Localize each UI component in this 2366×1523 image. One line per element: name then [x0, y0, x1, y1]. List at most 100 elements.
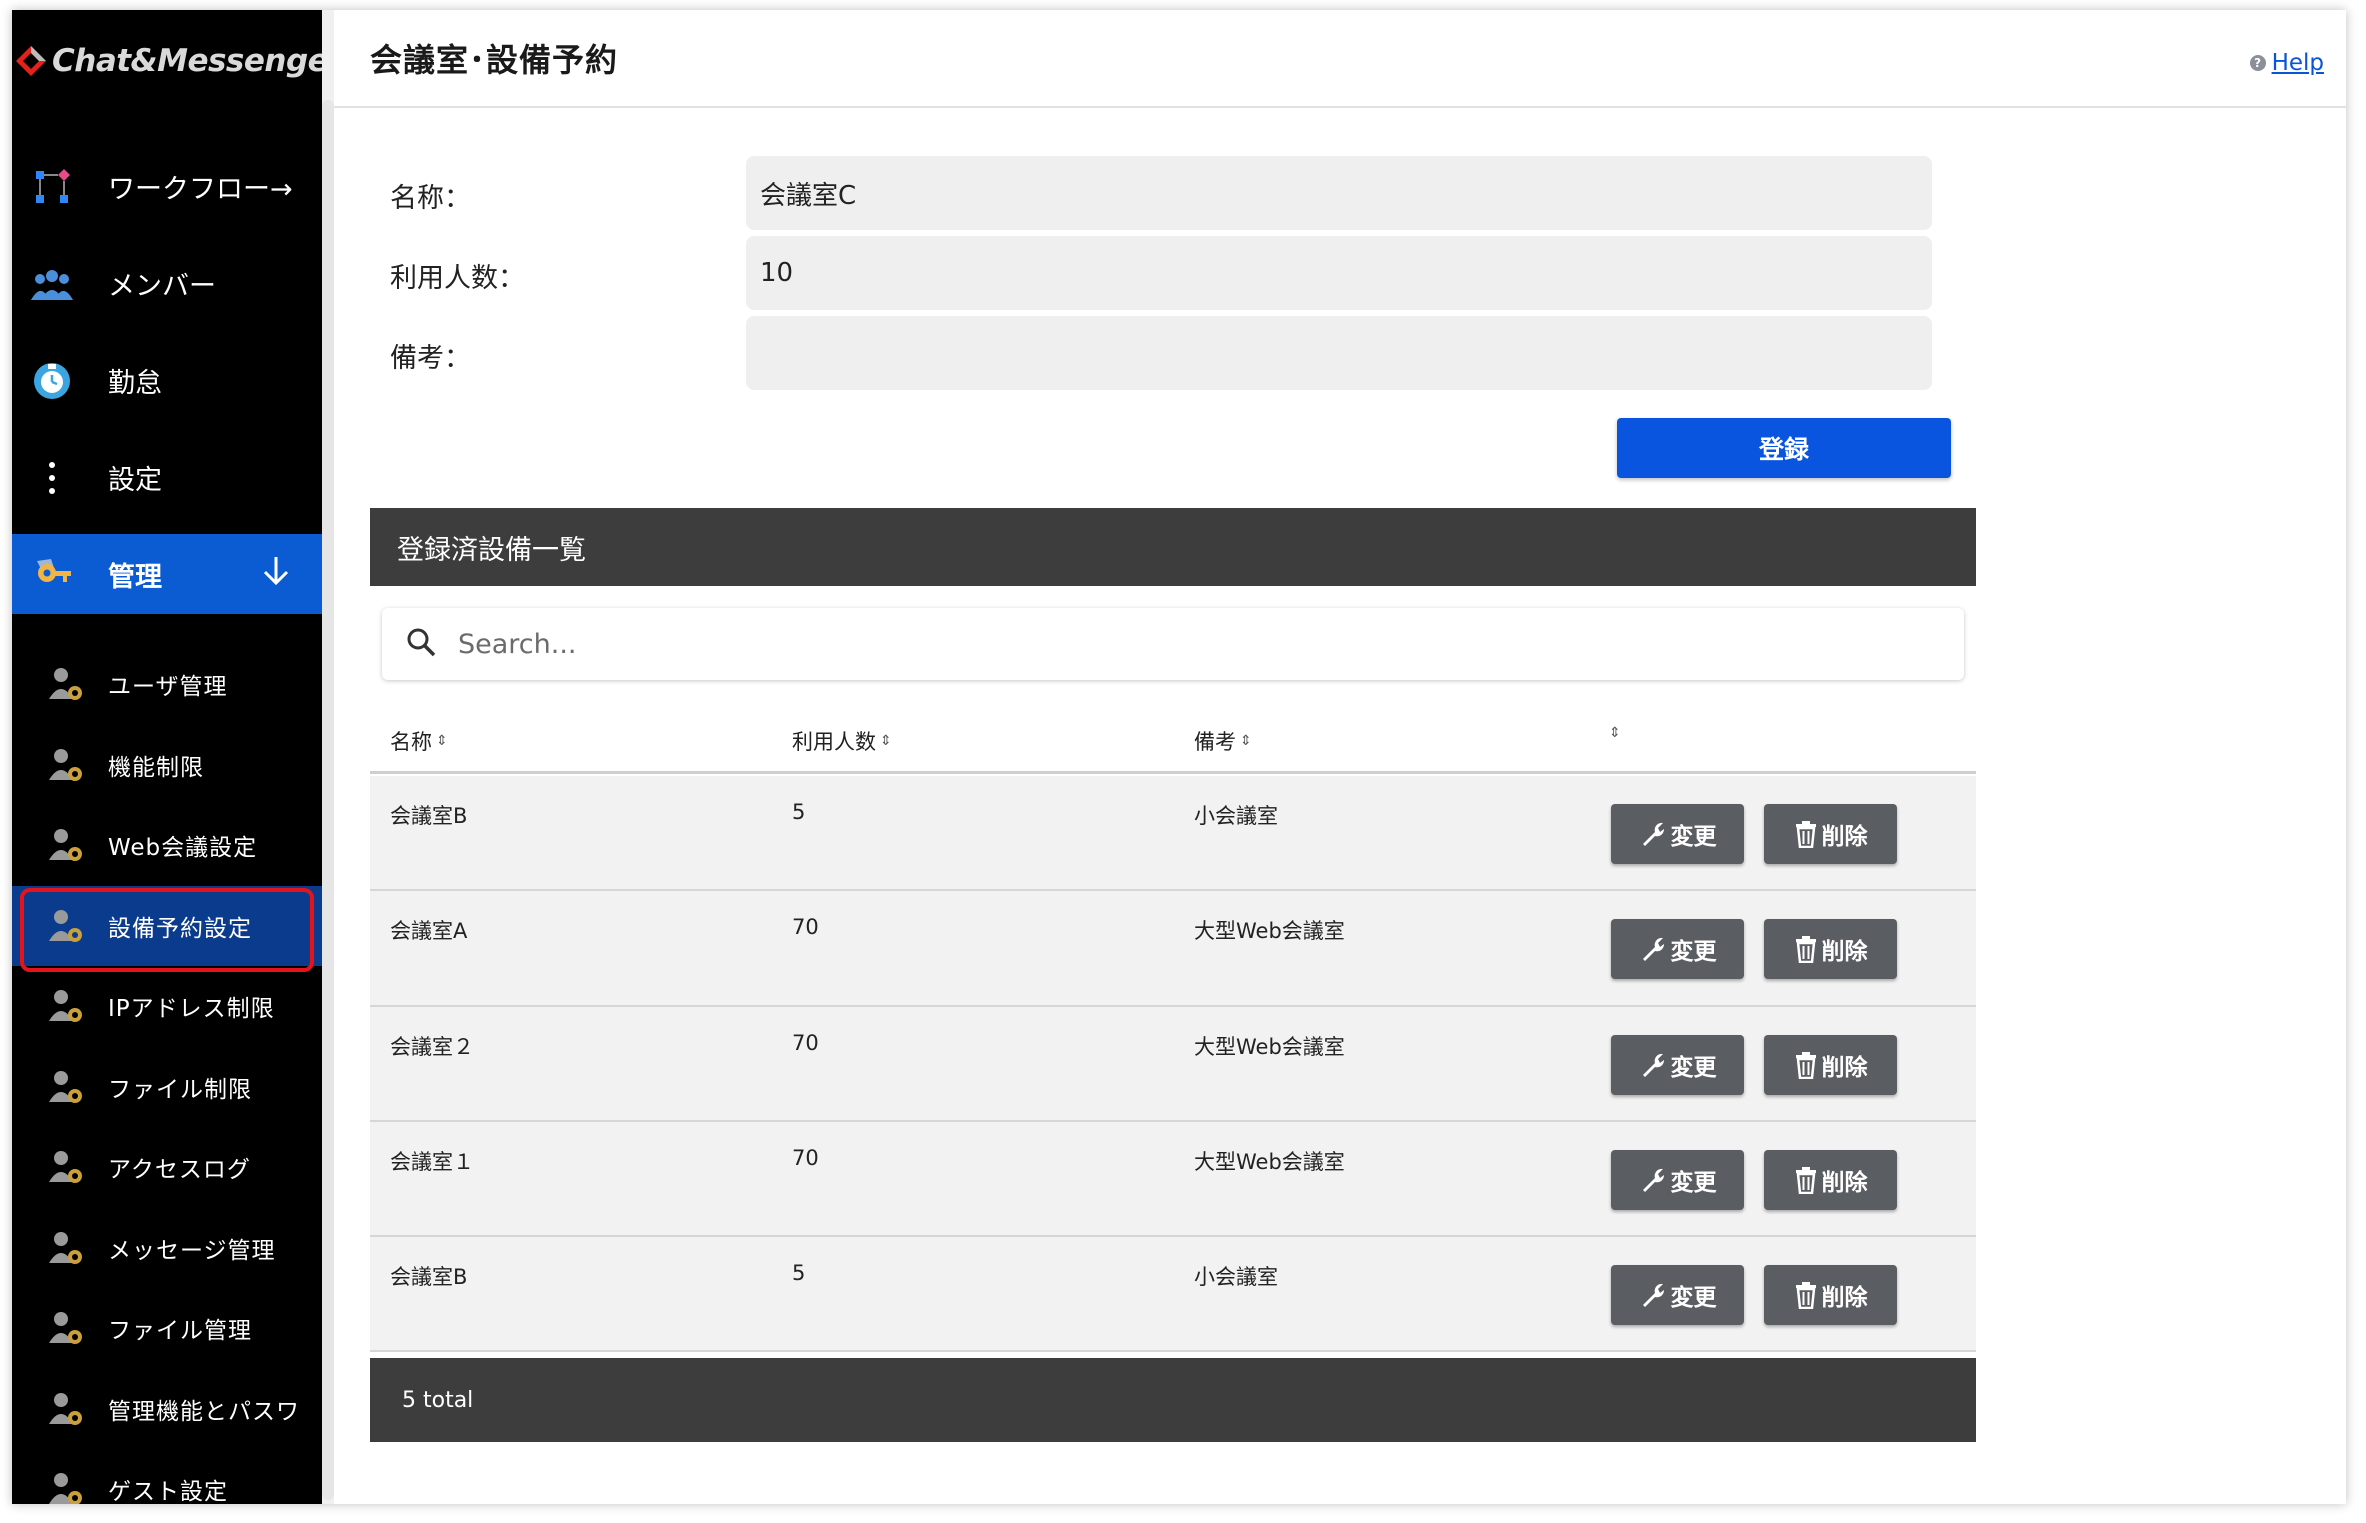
delete-button[interactable]: 削除 [1764, 804, 1897, 864]
brand-logo[interactable]: Chat&Messenger [12, 36, 322, 86]
nav-label: 管理 [108, 561, 162, 593]
cell-capacity: 5 [792, 800, 806, 824]
search-input[interactable] [458, 628, 1858, 660]
nav-item-settings[interactable]: 設定 [12, 429, 322, 526]
nav-label: 勤怠 [108, 368, 162, 399]
list-title: 登録済設備一覧 [370, 508, 1976, 586]
search-icon [406, 627, 436, 661]
sub-item-label: アクセスログ [108, 1157, 251, 1184]
user-gear-icon [46, 1389, 86, 1429]
nav-label: メンバー [108, 271, 216, 302]
sub-item-access-log[interactable]: アクセスログ [12, 1127, 322, 1208]
column-label: 備考 [1194, 730, 1236, 754]
sub-item-label: メッセージ管理 [108, 1237, 276, 1264]
edit-button[interactable]: 変更 [1611, 1034, 1744, 1095]
delete-button[interactable]: 削除 [1764, 919, 1897, 980]
wrench-icon [1639, 1051, 1667, 1079]
column-header-actions[interactable]: ⇕ [1605, 726, 1621, 740]
main-nav: ワークフロー→ メンバー 勤怠 設定 管理 [12, 138, 322, 614]
capacity-input[interactable] [746, 236, 1932, 310]
name-input[interactable] [746, 156, 1932, 230]
nav-item-attendance[interactable]: 勤怠 [12, 332, 322, 429]
sort-icon: ⇕ [1240, 733, 1252, 749]
delete-button[interactable]: 削除 [1764, 1265, 1897, 1326]
table-row: 会議室A 70 大型Web会議室 変更 削除 [370, 891, 1976, 1007]
cell-capacity: 70 [792, 1145, 819, 1170]
trash-icon [1794, 1166, 1818, 1194]
nav-item-admin[interactable]: 管理 [12, 534, 322, 614]
facility-list: 登録済設備一覧 名称⇕ 利用人数⇕ 備考⇕ [370, 508, 1976, 1442]
cell-name: 会議室１ [390, 1149, 474, 1174]
topbar: 会議室･設備予約 ? Help [334, 10, 2346, 108]
main-content: 会議室･設備予約 ? Help 名称： 利用人数： 備考： 登録 登録済設備一覧 [334, 10, 2346, 1504]
edit-button[interactable]: 変更 [1611, 804, 1744, 864]
nav-item-workflow[interactable]: ワークフロー→ [12, 138, 322, 235]
sub-item-label: ファイル管理 [108, 1318, 252, 1345]
user-gear-icon [46, 745, 86, 785]
sub-item-facility-reservation-settings[interactable]: 設備予約設定 [12, 885, 322, 971]
sub-item-label: 管理機能とパスワ [108, 1398, 300, 1425]
form-row-note: 備考： [334, 316, 2034, 390]
column-header-capacity[interactable]: 利用人数 ⇕ [792, 726, 892, 756]
search-box[interactable] [382, 608, 1964, 680]
table-row: 会議室２ 70 大型Web会議室 変更 削除 [370, 1006, 1976, 1122]
sub-item-user-management[interactable]: ユーザ管理 [12, 644, 322, 725]
sub-item-file-restriction[interactable]: ファイル制限 [12, 1047, 322, 1128]
table-body: 会議室B 5 小会議室 変更 削除 会議室A 70 大型Web会議室 変更 削除… [370, 776, 1976, 1353]
wrench-icon [1639, 935, 1667, 963]
note-input[interactable] [746, 316, 1932, 390]
trash-icon [1794, 820, 1818, 848]
edit-button[interactable]: 変更 [1611, 1149, 1744, 1210]
sub-item-ip-restriction[interactable]: IPアドレス制限 [12, 966, 322, 1047]
sub-item-label: 設備予約設定 [108, 915, 252, 942]
sub-item-file-management[interactable]: ファイル管理 [12, 1288, 322, 1369]
clock-icon [30, 359, 74, 403]
sub-item-label: Web会議設定 [108, 835, 258, 862]
key-icon [30, 552, 74, 596]
sub-item-web-meeting-settings[interactable]: Web会議設定 [12, 805, 322, 886]
sub-item-admin-password[interactable]: 管理機能とパスワ [12, 1369, 322, 1450]
cell-capacity: 70 [792, 1030, 819, 1055]
user-gear-icon [46, 1228, 86, 1268]
sub-item-label: IPアドレス制限 [108, 996, 275, 1023]
user-gear-icon [46, 986, 86, 1026]
form-row-name: 名称： [334, 156, 2034, 230]
nav-item-members[interactable]: メンバー [12, 235, 322, 332]
user-gear-icon [46, 1067, 86, 1107]
cell-note: 小会議室 [1194, 1265, 1278, 1290]
sub-item-feature-limits[interactable]: 機能制限 [12, 725, 322, 806]
delete-button[interactable]: 削除 [1764, 1034, 1897, 1095]
trash-icon [1794, 1051, 1818, 1079]
sub-item-guest-settings[interactable]: ゲスト設定 [12, 1449, 322, 1504]
delete-label: 削除 [1821, 939, 1868, 966]
column-label: 名称 [390, 730, 432, 754]
edit-label: 変更 [1670, 1054, 1717, 1081]
sub-item-message-management[interactable]: メッセージ管理 [12, 1208, 322, 1289]
cell-note: 大型Web会議室 [1194, 919, 1345, 944]
cell-name: 会議室B [390, 804, 468, 828]
sub-item-label: 機能制限 [108, 754, 204, 781]
table-row: 会議室１ 70 大型Web会議室 変更 削除 [370, 1121, 1976, 1238]
trash-icon [1794, 1281, 1818, 1310]
help-link[interactable]: Help [2272, 50, 2324, 76]
nav-label: 設定 [108, 465, 162, 496]
user-gear-icon [46, 906, 86, 946]
edit-button[interactable]: 変更 [1611, 919, 1744, 980]
delete-button[interactable]: 削除 [1764, 1149, 1897, 1210]
register-button[interactable]: 登録 [1617, 418, 1951, 478]
delete-label: 削除 [1821, 1169, 1868, 1196]
column-header-note[interactable]: 備考 ⇕ [1194, 726, 1252, 756]
edit-button[interactable]: 変更 [1611, 1265, 1744, 1326]
brand-name: Chat&Messenger [52, 43, 322, 79]
column-header-name[interactable]: 名称 ⇕ [390, 726, 448, 756]
help-link-group[interactable]: ? Help [2249, 50, 2324, 76]
trash-icon [1794, 935, 1818, 964]
name-label: 名称： [390, 183, 471, 214]
sidebar-scrollbar-thumb[interactable] [322, 100, 334, 1500]
form-row-capacity: 利用人数： [334, 236, 2034, 310]
sub-item-label: ユーザ管理 [108, 674, 228, 701]
delete-label: 削除 [1821, 1285, 1868, 1312]
delete-label: 削除 [1821, 824, 1868, 850]
page-title: 会議室･設備予約 [370, 41, 619, 79]
cell-note: 大型Web会議室 [1194, 1034, 1345, 1059]
